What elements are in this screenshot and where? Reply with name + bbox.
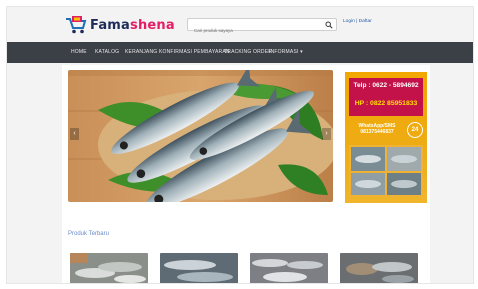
mobile-number: HP : 0822 85951833 [354,100,418,107]
shopping-cart-icon [66,16,87,34]
fish-product-image [250,253,328,283]
nav-home[interactable]: HOME [71,49,87,55]
brand-logo[interactable]: Famashena [65,14,175,36]
24-hours-badge: 24 [407,122,423,138]
hero-carousel[interactable]: ‹ › [68,70,333,202]
product-card[interactable] [340,253,418,283]
product-card[interactable] [250,253,328,283]
product-card[interactable] [70,253,148,283]
product-card[interactable] [160,253,238,283]
fish-product-image [160,253,238,283]
nav-keranjang[interactable]: KERANJANG [125,49,157,55]
brand-name-part2: shena [130,17,175,33]
contact-phone-box: Telp : 0622 - 5894692 HP : 0822 85951833 [349,78,423,116]
fish-banner-image [68,70,333,202]
contact-promo-banner[interactable]: Telp : 0622 - 5894692 HP : 0822 85951833… [345,72,427,203]
nav-informasi-dropdown[interactable]: INFORMASI ▾ [269,49,303,55]
nav-konfirmasi-pembayaran[interactable]: KONFIRMASI PEMBAYARAN [159,49,230,55]
promo-fish-image [349,145,423,197]
nav-tracking-order[interactable]: TRACKING ORDER [224,49,272,55]
login-register-link[interactable]: Login | Daftar [343,19,372,24]
carousel-prev-button[interactable]: ‹ [70,128,79,140]
whatsapp-sms-info: WhatsApp/SMS 081375446837 [351,123,403,135]
fish-product-image [340,253,418,283]
main-content: ‹ › Telp : 0622 - 5894692 HP : 0822 8595… [62,65,430,283]
browser-page: Famashena Login | Daftar HOME KATALOG KE… [6,6,474,284]
search-input[interactable] [188,25,314,36]
whatsapp-number: 081375446837 [360,129,394,135]
brand-name-part1: Fama [90,17,131,33]
search-icon[interactable] [325,21,333,29]
brand-name: Famashena [90,18,175,33]
nav-katalog[interactable]: KATALOG [95,49,119,55]
chevron-left-icon: ‹ [73,130,76,137]
latest-products-heading: Produk Terbaru [68,231,109,237]
main-navigation: HOME KATALOG KERANJANG KONFIRMASI PEMBAY… [7,42,473,63]
carousel-next-button[interactable]: › [322,128,331,140]
chevron-right-icon: › [325,130,328,137]
search-box [187,18,337,36]
fish-product-image [70,253,148,283]
telephone-number: Telp : 0622 - 5894692 [353,82,419,89]
header: Famashena Login | Daftar [7,7,473,41]
